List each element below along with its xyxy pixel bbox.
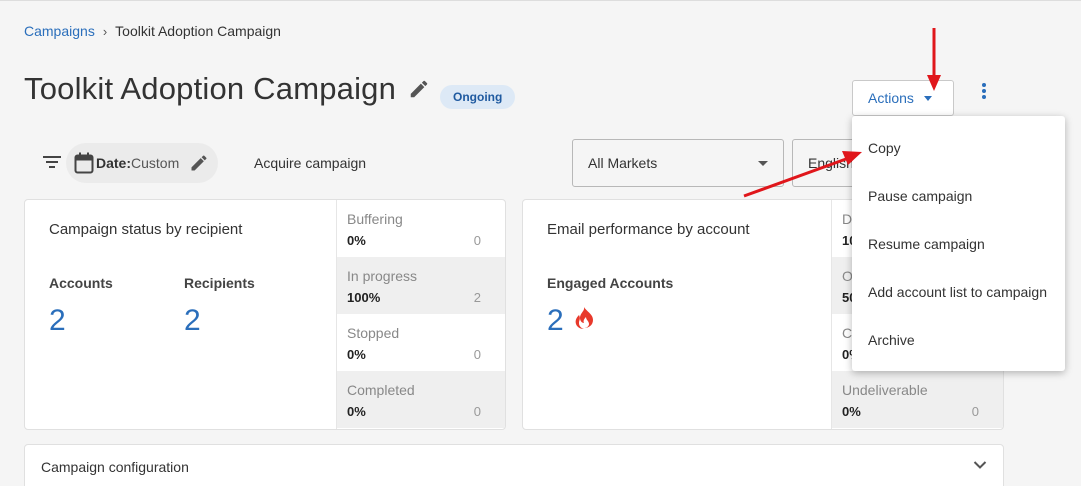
menu-item-archive[interactable]: Archive [852, 316, 1065, 364]
actions-button-label: Actions [868, 90, 914, 106]
stat-label: Undeliverable [842, 382, 928, 398]
campaign-configuration-title: Campaign configuration [41, 459, 189, 475]
card-title: Campaign status by recipient [49, 221, 243, 238]
campaign-configuration-panel[interactable]: Campaign configuration [24, 444, 1004, 486]
breadcrumb-campaigns-link[interactable]: Campaigns [24, 23, 95, 39]
stat-percent: 0% [842, 404, 861, 419]
page-title: Toolkit Adoption Campaign [24, 71, 397, 106]
stat-count: 0 [971, 404, 979, 419]
engaged-accounts-value[interactable]: 2 [547, 304, 564, 338]
stat-percent: 0% [347, 347, 366, 362]
filter-icon[interactable] [42, 154, 62, 170]
actions-button[interactable]: Actions [852, 80, 954, 116]
flame-icon [575, 307, 593, 329]
stat-label: In progress [347, 268, 418, 284]
stat-percent: 0% [347, 233, 366, 248]
menu-item-resume-campaign[interactable]: Resume campaign [852, 220, 1065, 268]
stat-count: 0 [473, 347, 481, 362]
menu-item-copy[interactable]: Copy [852, 124, 1065, 172]
dropdown-caret-icon [758, 161, 768, 166]
calendar-icon [74, 152, 94, 174]
stat-percent: 100% [347, 290, 381, 305]
breadcrumb-current: Toolkit Adoption Campaign [115, 23, 281, 39]
menu-item-pause-campaign[interactable]: Pause campaign [852, 172, 1065, 220]
campaign-type-label: Acquire campaign [254, 155, 367, 171]
campaign-status-card: Campaign status by recipient Accounts 2 … [24, 199, 506, 430]
more-options-icon[interactable] [976, 81, 992, 101]
edit-title-pencil-icon[interactable] [408, 78, 430, 100]
markets-select-value: All Markets [588, 155, 658, 171]
stat-count: 0 [473, 233, 481, 248]
engaged-accounts-label: Engaged Accounts [547, 275, 674, 291]
breadcrumb-separator: › [102, 23, 108, 39]
recipients-value[interactable]: 2 [184, 304, 201, 338]
accounts-value[interactable]: 2 [49, 304, 66, 338]
edit-date-pencil-icon[interactable] [189, 153, 209, 173]
stat-label: Completed [347, 382, 415, 398]
stat-in-progress: In progress 100% 2 [337, 257, 505, 314]
stat-label: Buffering [347, 211, 403, 227]
recipients-label: Recipients [184, 275, 255, 291]
caret-down-icon [923, 95, 932, 101]
stat-count: 0 [473, 404, 481, 419]
date-filter-chip[interactable]: Date: Custom [66, 143, 218, 183]
stat-label: Stopped [347, 325, 400, 341]
menu-item-add-account-list[interactable]: Add account list to campaign [852, 268, 1065, 316]
status-badge: Ongoing [440, 85, 516, 109]
date-filter-label: Date: [96, 155, 132, 171]
breadcrumb: Campaigns › Toolkit Adoption Campaign [24, 23, 281, 39]
stat-percent: 0% [347, 404, 366, 419]
stat-stopped: Stopped 0% 0 [337, 314, 505, 371]
stat-completed: Completed 0% 0 [337, 371, 505, 428]
stat-buffering: Buffering 0% 0 [337, 200, 505, 257]
accounts-label: Accounts [49, 275, 113, 291]
language-select-value: English [808, 155, 854, 171]
stat-count: 2 [473, 290, 481, 305]
recipient-stats-list: Buffering 0% 0 In progress 100% 2 Stoppe… [336, 200, 505, 429]
markets-select[interactable]: All Markets [572, 139, 784, 187]
stat-undeliverable: Undeliverable 0% 0 [832, 371, 1003, 428]
actions-menu: Copy Pause campaign Resume campaign Add … [852, 116, 1065, 371]
chevron-down-icon [973, 461, 987, 469]
card-title: Email performance by account [547, 221, 750, 238]
date-filter-value: Custom [131, 155, 180, 171]
